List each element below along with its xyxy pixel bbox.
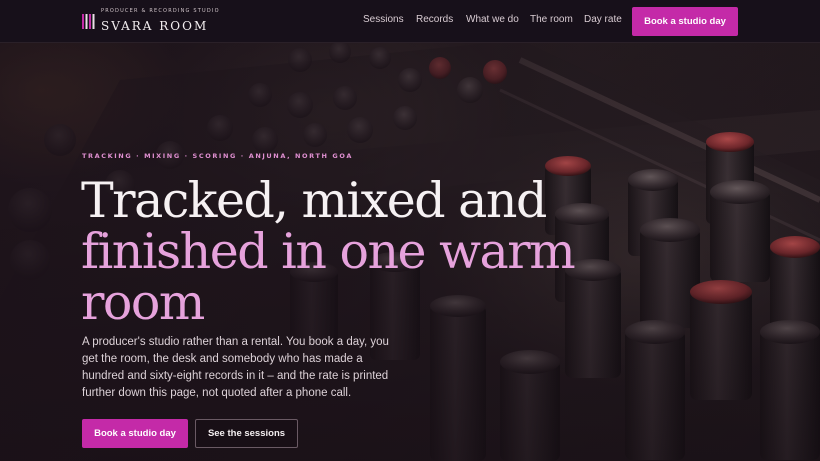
site-header: PRODUCER & RECORDING STUDIO SVARA ROOM S… [0,0,820,43]
hero-headline: Tracked, mixed and finished in one warm … [81,175,641,328]
hero-eyebrow: TRACKING · MIXING · SCORING · ANJUNA, NO… [82,152,353,160]
nav-link-sessions[interactable]: Sessions [363,14,404,25]
nav-link-day-rate[interactable]: Day rate [584,14,622,25]
book-studio-day-header-button[interactable]: Book a studio day [632,7,738,36]
see-sessions-button[interactable]: See the sessions [195,419,298,448]
hero-description: A producer's studio rather than a rental… [82,336,389,399]
headline-line-2: finished in one warm room [81,223,576,331]
brand-tagline: PRODUCER & RECORDING STUDIO [101,8,220,14]
nav-link-records[interactable]: Records [416,14,453,25]
brand-name: SVARA ROOM [101,19,209,33]
nav-link-the-room[interactable]: The room [530,14,573,25]
book-studio-day-button[interactable]: Book a studio day [82,419,188,448]
equalizer-bars-icon [82,14,95,29]
headline-line-1: Tracked, mixed and [81,172,547,229]
nav-link-what-we-do[interactable]: What we do [466,14,519,25]
